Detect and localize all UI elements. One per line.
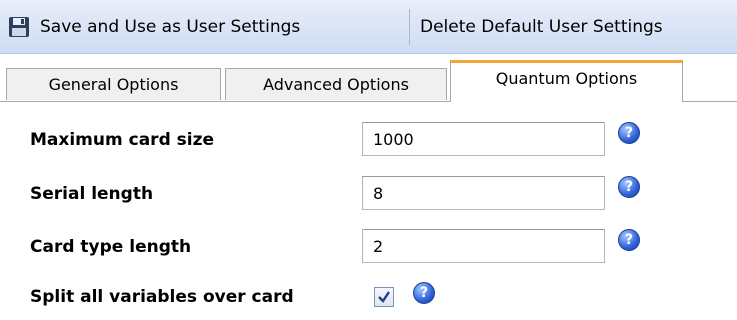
- form-row-max-card-size: Maximum card size ?: [0, 120, 737, 162]
- delete-default-settings-button[interactable]: Delete Default User Settings: [414, 9, 737, 45]
- help-question-icon[interactable]: ?: [618, 229, 640, 251]
- form-row-split-variables: Split all variables over card ?: [0, 278, 737, 320]
- tab-label: Advanced Options: [263, 75, 409, 94]
- tab-label: Quantum Options: [495, 69, 638, 88]
- serial-length-label: Serial length: [30, 184, 154, 204]
- help-question-icon[interactable]: ?: [618, 122, 640, 144]
- toolbar: Save and Use as User Settings Delete Def…: [0, 0, 737, 54]
- delete-button-label: Delete Default User Settings: [420, 17, 663, 37]
- card-type-length-label: Card type length: [30, 237, 192, 257]
- tab-label: General Options: [48, 75, 179, 94]
- tab-advanced-options[interactable]: Advanced Options: [225, 68, 447, 100]
- help-glyph: ?: [624, 232, 634, 248]
- form-row-card-type-length: Card type length ?: [0, 227, 737, 269]
- save-user-settings-button[interactable]: Save and Use as User Settings: [8, 9, 410, 45]
- help-glyph: ?: [419, 285, 429, 301]
- split-variables-checkbox[interactable]: [374, 287, 394, 307]
- floppy-disk-icon: [9, 17, 29, 37]
- help-question-icon[interactable]: ?: [413, 282, 435, 304]
- split-variables-label: Split all variables over card: [30, 287, 294, 307]
- help-glyph: ?: [624, 179, 634, 195]
- max-card-size-input[interactable]: [362, 122, 605, 156]
- card-type-length-input[interactable]: [362, 229, 605, 263]
- max-card-size-label: Maximum card size: [30, 130, 215, 150]
- help-glyph: ?: [624, 125, 634, 141]
- help-question-icon[interactable]: ?: [618, 176, 640, 198]
- tab-general-options[interactable]: General Options: [6, 68, 221, 100]
- checkmark-icon: [378, 291, 390, 303]
- form-row-serial-length: Serial length ?: [0, 174, 737, 216]
- tab-strip: General Options Advanced Options Quantum…: [0, 54, 737, 102]
- serial-length-input[interactable]: [362, 176, 605, 210]
- tab-quantum-options[interactable]: Quantum Options: [450, 60, 683, 102]
- save-button-label: Save and Use as User Settings: [40, 17, 301, 37]
